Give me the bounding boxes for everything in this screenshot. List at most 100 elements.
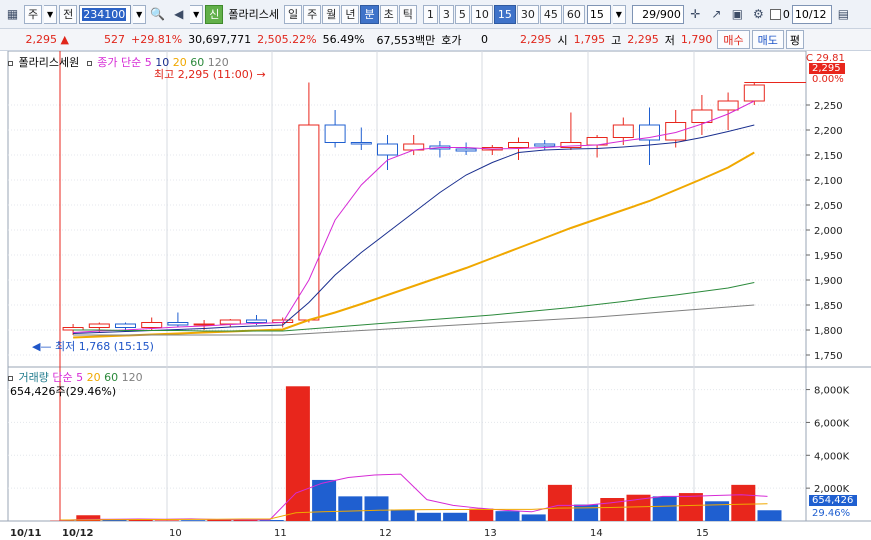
volume-tick-label: 4,000K (814, 451, 850, 462)
min-annotation-text: 최저 1,768 (15:15) (54, 340, 154, 353)
candle-body (115, 323, 136, 328)
minute-tab-2[interactable]: 5 (454, 4, 470, 24)
chevron-down-icon[interactable]: ▼ (190, 4, 204, 24)
amount-value: 67,553백만 (376, 33, 436, 47)
max-annotation-text: 최고 2,295 (11:00) (154, 68, 254, 81)
x-tick-label: 10 (169, 528, 182, 539)
save-icon[interactable]: ▣ (728, 5, 747, 24)
right-arrow-icon: → (256, 68, 266, 81)
period-tab-4[interactable]: 분 (360, 4, 379, 24)
chevron-down-icon[interactable]: ▼ (133, 4, 147, 24)
candle-body (691, 109, 713, 123)
period-tab-1[interactable]: 주 (303, 4, 322, 24)
quote-label: 호가 (441, 33, 462, 47)
minute-tab-4[interactable]: 15 (493, 4, 516, 24)
volume-tick-label: 8,000K (814, 386, 850, 397)
volume-bar (154, 520, 179, 521)
checkbox-label: 0 (782, 7, 790, 21)
volume-bar (652, 496, 677, 521)
legend-box-icon (8, 61, 13, 66)
open-label: 시 (557, 33, 568, 47)
candle-body (350, 142, 372, 145)
period-tab-6[interactable]: 틱 (398, 4, 417, 24)
period-tab-3[interactable]: 년 (341, 4, 360, 24)
candle-body (717, 100, 739, 111)
price-tick-label: 2,000 (814, 226, 843, 237)
max-annotation: 최고 2,295 (11:00) → (154, 66, 266, 82)
minute-select[interactable]: 15 (586, 4, 611, 24)
current-pct-label: 0.00% (812, 74, 844, 85)
volume-bar (443, 512, 468, 521)
price-tick-label: 1,850 (814, 301, 843, 312)
period-tabs: 일주월년분초틱 (283, 4, 417, 24)
count-input[interactable]: 29/900 (631, 4, 684, 24)
x-tick-label: 12 (379, 528, 392, 539)
low-label: 저 (664, 33, 675, 47)
eval-button[interactable]: 평 (785, 30, 805, 49)
volume-pct-label: 29.46% (812, 508, 851, 519)
minute-tabs: 1 3 5 10 15 30 45 60 (422, 4, 585, 24)
volume-bar (521, 514, 546, 521)
volume-bar (678, 493, 703, 521)
candle-body (377, 143, 398, 156)
draw-tool-icon[interactable]: ↗ (707, 5, 726, 24)
candle-body (88, 323, 110, 328)
volume-bar (495, 511, 520, 521)
volume-value: 30,697,771 (188, 33, 252, 46)
volume-bar (364, 496, 389, 521)
left-arrow-icon: ◀— (32, 340, 52, 353)
buy-button[interactable]: 매수 (717, 30, 750, 49)
candle-body (508, 142, 529, 148)
legend-box-icon (8, 376, 13, 381)
x-tick-label: 11 (274, 528, 287, 539)
volume-tick-label: 2,000K (814, 484, 850, 495)
speaker-icon[interactable]: ◀ (169, 5, 188, 24)
minute-tab-0[interactable]: 1 (422, 4, 438, 24)
calendar-icon[interactable]: ▤ (834, 5, 853, 24)
stock-code-input[interactable]: 234100 (79, 4, 132, 24)
turnover-pct: 56.49% (322, 33, 365, 46)
price-tick-label: 2,250 (814, 101, 843, 112)
search-icon[interactable]: 🔍 (148, 5, 167, 24)
minute-tab-3[interactable]: 10 (470, 4, 493, 24)
minute-tab-5[interactable]: 30 (516, 4, 539, 24)
vol-ma-period-120: 120 (121, 371, 143, 384)
change-pct: +29.81% (131, 33, 183, 46)
candle-body (324, 124, 346, 143)
type-button[interactable]: 주 (24, 4, 43, 24)
stock-legend-name[interactable]: 폴라리스세원 (19, 56, 80, 69)
ma-legend-label[interactable]: 종가 단순 (97, 56, 141, 69)
minute-tab-6[interactable]: 45 (539, 4, 562, 24)
period-tab-2[interactable]: 월 (322, 4, 341, 24)
scope-button[interactable]: 전 (59, 4, 78, 24)
x-tick-label: 15 (696, 528, 709, 539)
x-tick-label: 14 (590, 528, 603, 539)
chevron-down-icon[interactable]: ▼ (612, 4, 626, 24)
min-annotation: ◀— 최저 1,768 (15:15) (32, 338, 154, 354)
legend-box-icon (86, 61, 92, 66)
zero-checkbox[interactable] (769, 8, 781, 20)
minute-tab-1[interactable]: 3 (438, 4, 454, 24)
chevron-down-icon[interactable]: ▼ (44, 4, 58, 24)
volume-bar (285, 386, 310, 521)
crosshair-icon[interactable]: ✛ (686, 5, 705, 24)
x-tick-label: 13 (484, 528, 497, 539)
last-price: 2,295 (520, 33, 552, 46)
sell-button[interactable]: 매도 (751, 30, 784, 49)
minute-tab-7[interactable]: 60 (562, 4, 585, 24)
volume-bar (731, 484, 756, 521)
volume-bar (416, 512, 441, 521)
period-tab-5[interactable]: 초 (379, 4, 398, 24)
price-tick-label: 1,750 (814, 351, 843, 362)
candle-body (246, 319, 267, 323)
gear-icon[interactable]: ⚙ (749, 5, 768, 24)
date-input[interactable]: 10/12 (791, 4, 832, 24)
price-tick-label: 2,150 (814, 151, 843, 162)
layout-icon[interactable]: ▦ (3, 5, 22, 24)
period-tab-0[interactable]: 일 (283, 4, 303, 24)
up-arrow-icon: ▲ (60, 33, 69, 46)
stock-name: 폴라리스세 (228, 8, 279, 21)
toolbar: ▦ 주 ▼ 전 234100 ▼ 🔍 ◀ ▼ 신 폴라리스세 일주월년분초틱 1351… (0, 0, 871, 29)
volume-bar (547, 484, 572, 521)
price-volume-chart[interactable]: 1,750 1,800 1,850 1,900 1,950 2,000 2,050 2,100… (0, 51, 871, 540)
